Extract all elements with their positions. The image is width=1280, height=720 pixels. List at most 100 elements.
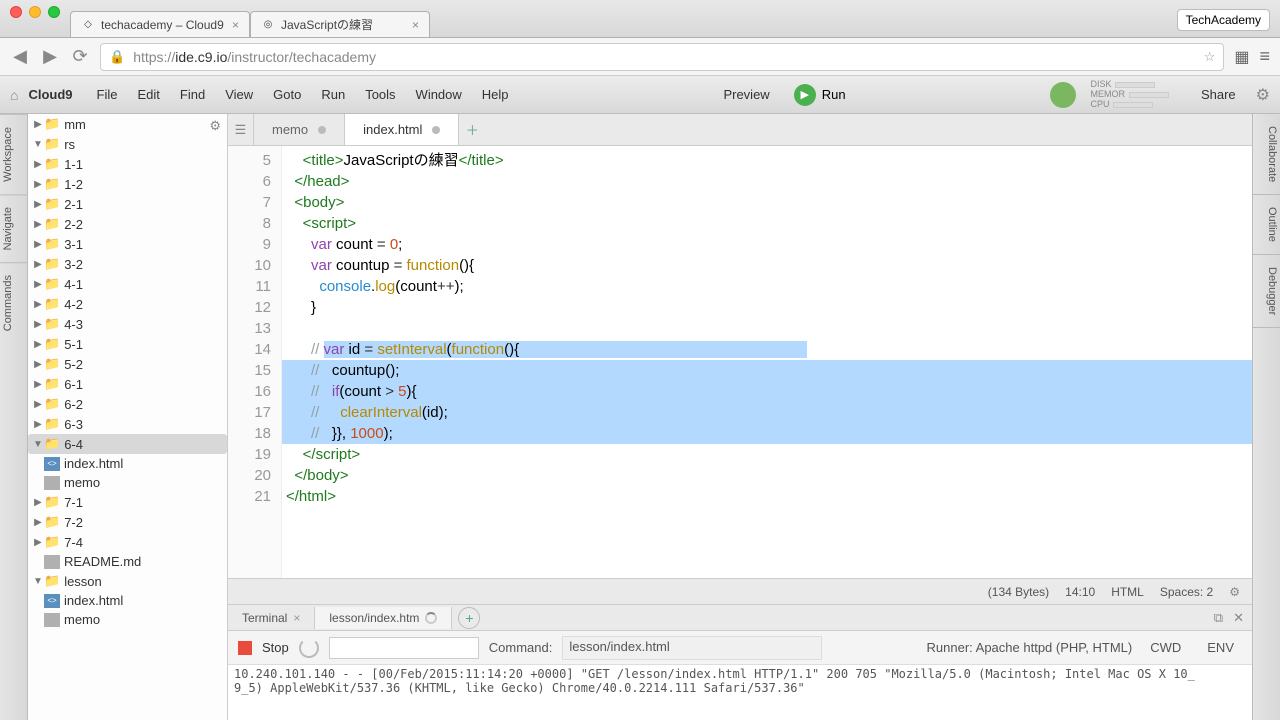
- restart-icon[interactable]: [299, 638, 319, 658]
- disclosure-icon[interactable]: ▶: [32, 299, 44, 310]
- env-button[interactable]: ENV: [1199, 638, 1242, 657]
- bookmark-star-icon[interactable]: ☆: [1204, 49, 1216, 65]
- tree-folder[interactable]: ▼📁lesson: [28, 571, 227, 591]
- tree-file[interactable]: memo: [28, 473, 227, 492]
- browser-tab[interactable]: ◇techacademy – Cloud9×: [70, 11, 250, 37]
- disclosure-icon[interactable]: ▶: [32, 379, 44, 390]
- command-field[interactable]: lesson/index.html: [562, 636, 822, 660]
- menu-file[interactable]: File: [87, 83, 128, 106]
- disclosure-icon[interactable]: ▶: [32, 359, 44, 370]
- tree-folder[interactable]: ▶📁2-1: [28, 194, 227, 214]
- rail-collaborate[interactable]: Collaborate: [1253, 114, 1280, 195]
- disclosure-icon[interactable]: ▼: [32, 576, 44, 587]
- tree-folder[interactable]: ▶📁4-3: [28, 314, 227, 334]
- rail-navigate[interactable]: Navigate: [0, 194, 27, 262]
- panel-popout-icon[interactable]: ⧉: [1214, 610, 1223, 626]
- menu-goto[interactable]: Goto: [263, 83, 311, 106]
- editor-tab[interactable]: index.html: [345, 114, 459, 145]
- code-line[interactable]: console.log(count++);: [282, 276, 1252, 297]
- cwd-button[interactable]: CWD: [1142, 638, 1189, 657]
- disclosure-icon[interactable]: ▼: [32, 439, 44, 450]
- zoom-window-icon[interactable]: [48, 6, 60, 18]
- disclosure-icon[interactable]: ▶: [32, 159, 44, 170]
- code-line[interactable]: var count = 0;: [282, 234, 1252, 255]
- tree-folder[interactable]: ▶📁5-2: [28, 354, 227, 374]
- status-gear-icon[interactable]: ⚙: [1229, 585, 1240, 599]
- close-tab-icon[interactable]: ×: [412, 18, 419, 32]
- panel-tab[interactable]: lesson/index.htm: [315, 607, 452, 629]
- tree-file[interactable]: memo: [28, 610, 227, 629]
- code-editor[interactable]: 56789101112131415161718192021 <title>Jav…: [228, 146, 1252, 578]
- menu-tools[interactable]: Tools: [355, 83, 405, 106]
- tree-folder[interactable]: ▶📁1-1: [28, 154, 227, 174]
- address-bar[interactable]: 🔒 https://ide.c9.io/instructor/techacade…: [100, 43, 1224, 71]
- new-terminal-button[interactable]: +: [458, 607, 480, 629]
- disclosure-icon[interactable]: ▶: [32, 319, 44, 330]
- tree-folder[interactable]: ▶📁4-2: [28, 294, 227, 314]
- disclosure-icon[interactable]: ▶: [32, 179, 44, 190]
- runner-label[interactable]: Runner: Apache httpd (PHP, HTML): [927, 640, 1133, 655]
- disclosure-icon[interactable]: ▶: [32, 119, 44, 130]
- close-window-icon[interactable]: [10, 6, 22, 18]
- disclosure-icon[interactable]: ▶: [32, 419, 44, 430]
- stop-icon[interactable]: [238, 641, 252, 655]
- rail-commands[interactable]: Commands: [0, 262, 27, 343]
- code-line[interactable]: </html>: [282, 486, 1252, 507]
- tree-file[interactable]: <>index.html: [28, 591, 227, 610]
- preview-button[interactable]: Preview: [713, 83, 779, 106]
- tree-folder[interactable]: ▶📁6-1: [28, 374, 227, 394]
- close-tab-icon[interactable]: ×: [232, 18, 239, 32]
- rail-outline[interactable]: Outline: [1253, 195, 1280, 255]
- tree-folder[interactable]: ▶📁7-1: [28, 492, 227, 512]
- disclosure-icon[interactable]: ▶: [32, 517, 44, 528]
- code-line[interactable]: // countup();: [282, 360, 1252, 381]
- forward-icon[interactable]: ▶: [40, 46, 60, 67]
- code-line[interactable]: <title>JavaScriptの練習</title>: [282, 150, 1252, 171]
- gear-icon[interactable]: ⚙: [1256, 85, 1270, 105]
- code-line[interactable]: // clearInterval(id);: [282, 402, 1252, 423]
- avatar[interactable]: [1050, 82, 1076, 108]
- status-lang[interactable]: HTML: [1111, 585, 1144, 599]
- disclosure-icon[interactable]: ▶: [32, 219, 44, 230]
- tree-folder[interactable]: ▶📁6-2: [28, 394, 227, 414]
- status-spaces[interactable]: Spaces: 2: [1160, 585, 1213, 599]
- console-output[interactable]: 10.240.101.140 - - [00/Feb/2015:11:14:20…: [228, 665, 1252, 720]
- new-tab-button[interactable]: ＋: [459, 114, 485, 145]
- code-line[interactable]: <body>: [282, 192, 1252, 213]
- code-line[interactable]: <script>: [282, 213, 1252, 234]
- disclosure-icon[interactable]: ▶: [32, 239, 44, 250]
- disclosure-icon[interactable]: ▶: [32, 537, 44, 548]
- disclosure-icon[interactable]: ▶: [32, 497, 44, 508]
- menu-help[interactable]: Help: [472, 83, 519, 106]
- reload-icon[interactable]: ⟳: [70, 46, 90, 67]
- disclosure-icon[interactable]: ▶: [32, 259, 44, 270]
- disclosure-icon[interactable]: ▶: [32, 339, 44, 350]
- back-icon[interactable]: ◀: [10, 46, 30, 67]
- tree-gear-icon[interactable]: ⚙: [209, 118, 221, 134]
- tree-folder[interactable]: ▶📁3-1: [28, 234, 227, 254]
- tab-list-icon[interactable]: ☰: [228, 114, 254, 145]
- menu-edit[interactable]: Edit: [127, 83, 169, 106]
- code-line[interactable]: var countup = function(){: [282, 255, 1252, 276]
- home-icon[interactable]: ⌂: [10, 87, 18, 103]
- extension-button[interactable]: TechAcademy: [1177, 9, 1270, 31]
- tree-folder[interactable]: ▶📁4-1: [28, 274, 227, 294]
- reader-icon[interactable]: ▦: [1234, 47, 1249, 67]
- browser-tab[interactable]: ◎JavaScriptの練習×: [250, 11, 430, 37]
- panel-tab[interactable]: Terminal×: [228, 607, 315, 629]
- code-line[interactable]: </body>: [282, 465, 1252, 486]
- code-line[interactable]: // }}, 1000);: [282, 423, 1252, 444]
- tree-folder[interactable]: ▼📁6-4: [28, 434, 227, 454]
- tree-folder[interactable]: ▶📁mm: [28, 114, 227, 134]
- minimize-window-icon[interactable]: [29, 6, 41, 18]
- tree-file[interactable]: README.md: [28, 552, 227, 571]
- menu-window[interactable]: Window: [406, 83, 472, 106]
- code-line[interactable]: </script>: [282, 444, 1252, 465]
- tree-folder[interactable]: ▶📁3-2: [28, 254, 227, 274]
- tree-folder[interactable]: ▶📁7-2: [28, 512, 227, 532]
- tree-file[interactable]: <>index.html: [28, 454, 227, 473]
- disclosure-icon[interactable]: ▼: [32, 139, 44, 150]
- panel-close-icon[interactable]: ✕: [1233, 610, 1244, 626]
- file-tree[interactable]: ⚙ ▶📁mm▼📁rs▶📁1-1▶📁1-2▶📁2-1▶📁2-2▶📁3-1▶📁3-2…: [28, 114, 228, 720]
- menu-run[interactable]: Run: [311, 83, 355, 106]
